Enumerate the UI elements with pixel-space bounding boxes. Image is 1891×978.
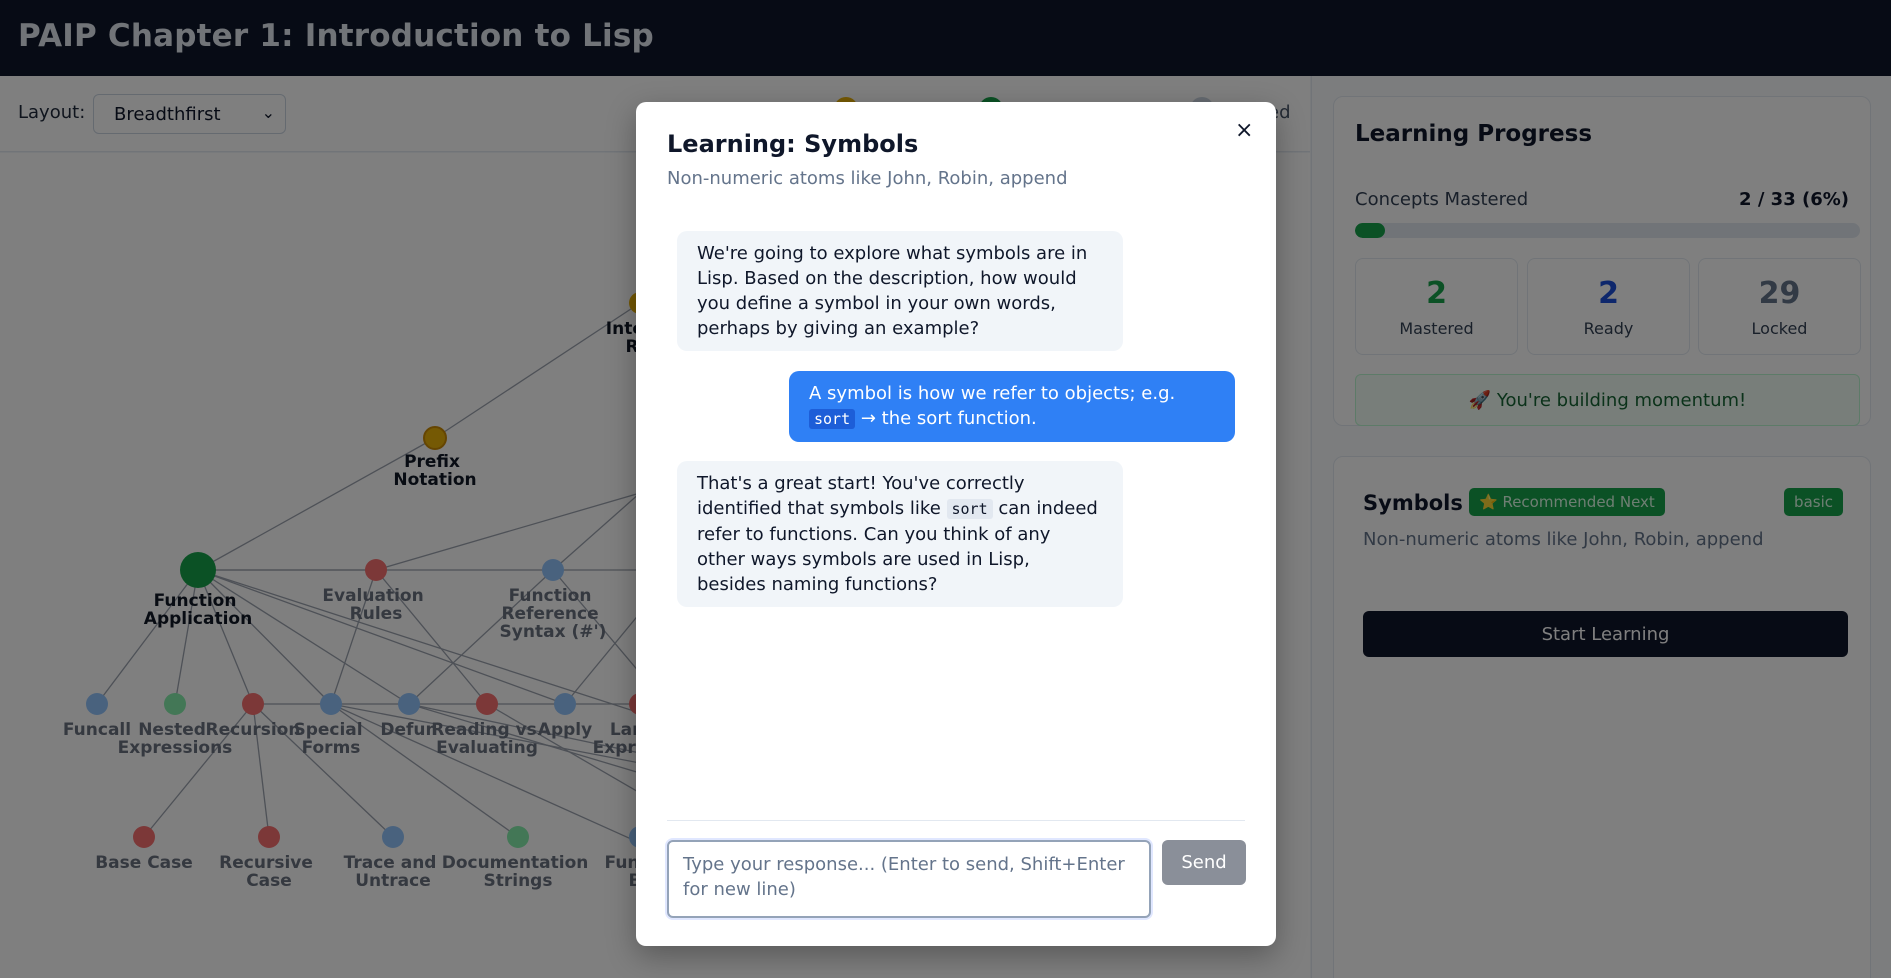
chat-message-text: → the sort function. [860,408,1037,429]
chat-message-text: We're going to explore what symbols are … [697,243,1088,339]
close-icon[interactable]: × [1235,118,1253,143]
chat-input[interactable] [667,840,1151,918]
code-snippet: sort [946,499,993,519]
modal-title: Learning: Symbols [667,130,919,158]
code-snippet: sort [809,409,856,429]
learning-modal: Learning: Symbols Non-numeric atoms like… [636,102,1276,946]
chat-message-text: A symbol is how we refer to objects; e.g… [809,383,1176,404]
chat-divider [667,820,1245,821]
chat-message-user: A symbol is how we refer to objects; e.g… [789,371,1235,442]
chat-message-ai: We're going to explore what symbols are … [677,231,1123,351]
modal-subtitle: Non-numeric atoms like John, Robin, appe… [667,168,1068,189]
chat-message-ai: That's a great start! You've correctly i… [677,461,1123,607]
send-button[interactable]: Send [1162,840,1246,885]
